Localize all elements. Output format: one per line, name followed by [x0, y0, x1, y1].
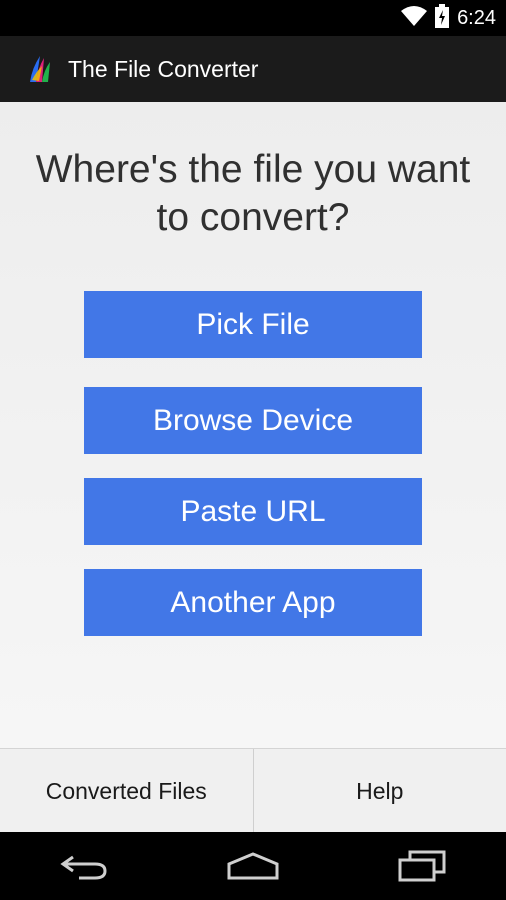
bottom-bar: Converted Files Help [0, 748, 506, 833]
recents-icon[interactable] [377, 836, 467, 896]
wifi-icon [401, 5, 428, 32]
home-icon[interactable] [208, 836, 298, 896]
prompt-line-2: to convert? [156, 196, 350, 239]
app-bar: The File Converter [0, 36, 506, 102]
browse-device-button[interactable]: Browse Device [84, 387, 422, 454]
paste-url-button[interactable]: Paste URL [84, 478, 422, 545]
status-icons: 6:24 [401, 0, 496, 36]
main-content: Where's the file you want to convert? Pi… [0, 102, 506, 748]
pick-file-button[interactable]: Pick File [84, 291, 422, 358]
app-logo-icon[interactable] [28, 54, 52, 84]
app-title: The File Converter [68, 55, 259, 82]
system-nav-bar [0, 832, 506, 900]
converted-files-button[interactable]: Converted Files [0, 749, 253, 833]
back-icon[interactable] [39, 836, 129, 896]
status-bar: 6:24 [0, 0, 506, 36]
prompt-line-1: Where's the file you want [35, 148, 471, 191]
battery-icon [435, 3, 450, 33]
another-app-button[interactable]: Another App [84, 569, 422, 636]
prompt-heading: Where's the file you want to convert? [0, 146, 506, 242]
help-button[interactable]: Help [254, 749, 506, 833]
status-time: 6:24 [457, 6, 496, 29]
